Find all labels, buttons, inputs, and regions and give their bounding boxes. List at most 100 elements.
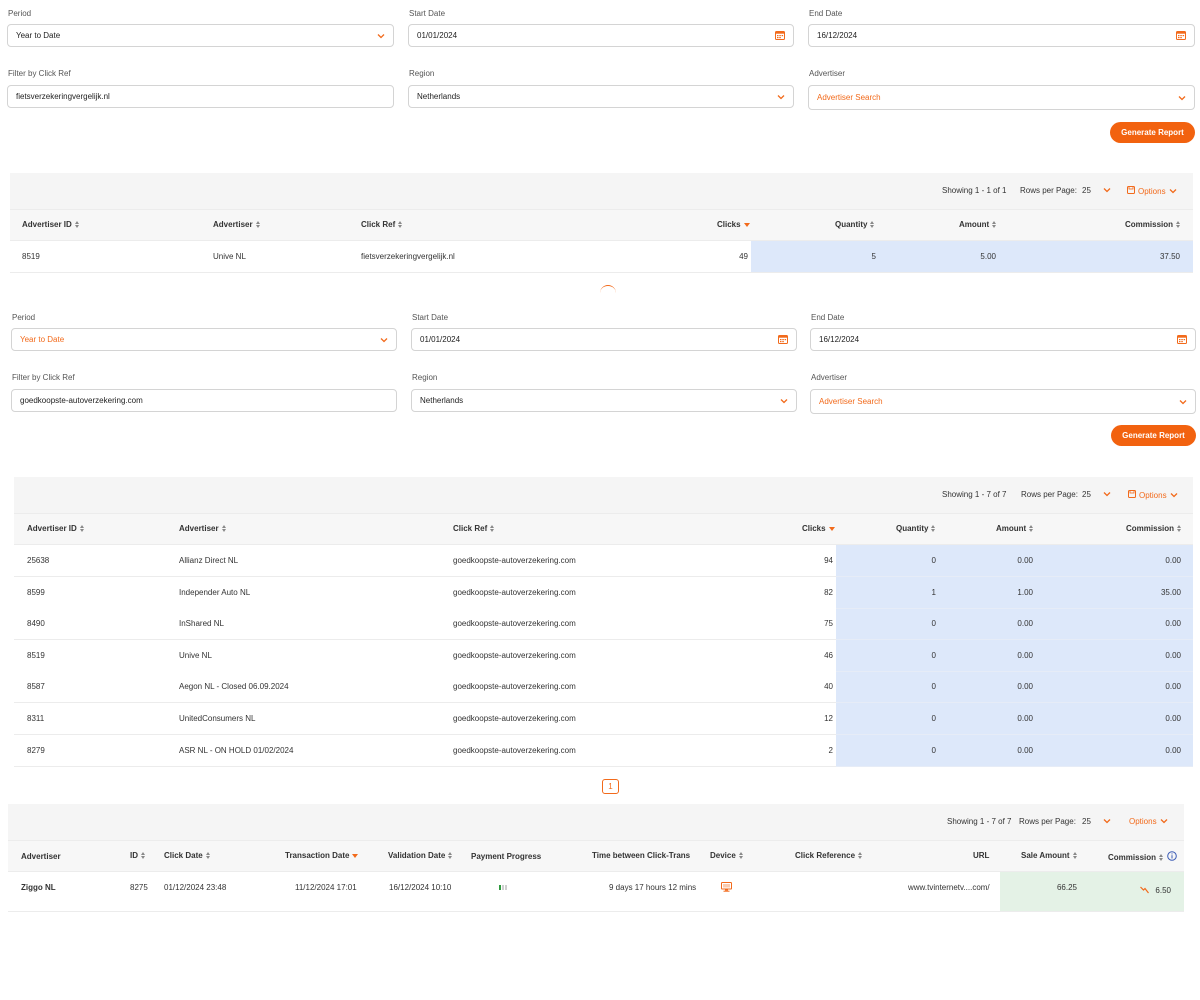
region-label: Region (412, 373, 438, 382)
cell-click-ref: goedkoopste-autoverzekering.com (453, 619, 576, 628)
cell-transaction-date: 11/12/2024 17:01 (295, 883, 357, 892)
cell-click-ref: goedkoopste-autoverzekering.com (453, 746, 576, 755)
chevron-down-icon (1103, 490, 1111, 499)
payment-progress-bar (499, 885, 507, 890)
table-row (14, 703, 836, 735)
cell-commission: 0.00 (1165, 556, 1181, 565)
table-toolbar (14, 477, 1193, 513)
col-commission[interactable]: Commission (1108, 851, 1177, 863)
start-date-value: 01/01/2024 (420, 335, 461, 344)
cell-time-between: 9 days 17 hours 12 mins (609, 883, 697, 892)
col-click-ref[interactable]: Click Ref (361, 220, 403, 229)
cell-advertiser-id: 8279 (27, 746, 45, 755)
cell-url[interactable]: www.tvinternetv....com/ (908, 883, 990, 892)
rows-per-page-select[interactable]: 25 (1082, 817, 1111, 826)
end-date-input[interactable]: 16/12/2024 (808, 24, 1195, 47)
click-ref-input[interactable]: goedkoopste-autoverzekering.com (11, 389, 397, 412)
table-toolbar (10, 173, 1193, 209)
cell-advertiser: UnitedConsumers NL (179, 714, 256, 723)
col-url: URL (973, 851, 990, 860)
region-select[interactable]: Netherlands (411, 389, 797, 412)
rows-per-page-value: 25 (1082, 490, 1091, 499)
cell-amount: 0.00 (1017, 556, 1033, 565)
col-click-date[interactable]: Click Date (164, 851, 211, 860)
cell-commission: 35.00 (1160, 588, 1181, 597)
rows-per-page-label: Rows per Page: (1019, 817, 1076, 826)
period-select[interactable]: Year to Date (11, 328, 397, 351)
rows-per-page-select[interactable]: 25 (1082, 490, 1111, 499)
options-label: Options (1138, 186, 1166, 196)
advertiser-search-select[interactable]: Advertiser Search (808, 85, 1195, 110)
col-payment-progress: Payment Progress (471, 852, 542, 861)
end-date-input[interactable]: 16/12/2024 (810, 328, 1196, 351)
col-commission[interactable]: Commission (1125, 220, 1181, 229)
info-icon[interactable] (1167, 851, 1177, 863)
cell-sale-amount: 66.25 (1056, 883, 1077, 892)
cell-amount: 0.00 (1017, 619, 1033, 628)
cell-commission: 0.00 (1165, 619, 1181, 628)
options-button[interactable]: Options (1129, 817, 1168, 826)
end-date-value: 16/12/2024 (817, 31, 858, 40)
cell-amount: 0.00 (1017, 714, 1033, 723)
col-quantity[interactable]: Quantity (835, 220, 875, 229)
cell-quantity: 0 (931, 619, 936, 628)
col-quantity[interactable]: Quantity (896, 524, 936, 533)
table-row (14, 577, 836, 609)
col-amount[interactable]: Amount (996, 524, 1034, 533)
calendar-icon[interactable] (775, 30, 785, 42)
col-sale-amount[interactable]: Sale Amount (1021, 851, 1078, 860)
col-advertiser[interactable]: Advertiser (179, 524, 227, 533)
col-id[interactable]: ID (130, 851, 146, 860)
start-date-input[interactable]: 01/01/2024 (411, 328, 797, 351)
chevron-down-icon (779, 396, 788, 405)
rows-per-page-select[interactable]: 25 (1082, 186, 1111, 195)
cell-quantity: 1 (931, 588, 936, 597)
period-select[interactable]: Year to Date (7, 24, 394, 47)
table-row (14, 735, 836, 767)
cell-click-ref: goedkoopste-autoverzekering.com (453, 556, 576, 565)
col-clicks[interactable]: Clicks (802, 524, 835, 533)
col-advertiser-id[interactable]: Advertiser ID (27, 524, 85, 533)
col-advertiser[interactable]: Advertiser (213, 220, 261, 229)
cell-advertiser: Aegon NL - Closed 06.09.2024 (179, 682, 289, 691)
cell-advertiser-id: 8519 (27, 651, 45, 660)
col-advertiser-id[interactable]: Advertiser ID (22, 220, 80, 229)
chevron-down-icon (1160, 817, 1168, 826)
advertiser-search-select[interactable]: Advertiser Search (810, 389, 1196, 414)
rows-per-page-label: Rows per Page: (1021, 490, 1078, 499)
row-divider (836, 608, 1193, 609)
col-click-reference[interactable]: Click Reference (795, 851, 863, 860)
start-date-input[interactable]: 01/01/2024 (408, 24, 794, 47)
calendar-icon[interactable] (778, 334, 788, 346)
cell-quantity: 0 (931, 651, 936, 660)
cell-advertiser: Independer Auto NL (179, 588, 251, 597)
generate-report-button[interactable]: Generate Report (1111, 425, 1196, 446)
period-value: Year to Date (16, 31, 61, 40)
period-label: Period (12, 313, 36, 322)
col-device[interactable]: Device (710, 851, 744, 860)
cell-clicks: 94 (824, 556, 833, 565)
click-ref-label: Filter by Click Ref (12, 373, 75, 382)
region-value: Netherlands (417, 92, 461, 101)
col-transaction-date[interactable]: Transaction Date (285, 851, 359, 860)
options-button[interactable]: Options (1128, 490, 1178, 500)
region-select[interactable]: Netherlands (408, 85, 794, 108)
page-button-1[interactable]: 1 (602, 779, 619, 794)
table-row (14, 671, 836, 703)
cell-amount: 5.00 (980, 252, 996, 261)
options-button[interactable]: Options (1127, 186, 1177, 196)
col-click-ref[interactable]: Click Ref (453, 524, 495, 533)
calendar-icon[interactable] (1176, 30, 1186, 42)
generate-report-button[interactable]: Generate Report (1110, 122, 1195, 143)
rows-per-page-value: 25 (1082, 817, 1091, 826)
click-ref-input[interactable]: fietsverzekeringvergelijk.nl (7, 85, 394, 108)
advertiser-label: Advertiser (811, 373, 848, 382)
cell-advertiser-id: 8587 (27, 682, 45, 691)
col-commission[interactable]: Commission (1126, 524, 1182, 533)
calendar-icon[interactable] (1177, 334, 1187, 346)
col-clicks[interactable]: Clicks (717, 220, 750, 229)
col-advertiser[interactable]: Advertiser (21, 852, 61, 861)
cell-advertiser: Ziggo NL (21, 883, 56, 892)
col-validation-date[interactable]: Validation Date (388, 851, 453, 860)
col-amount[interactable]: Amount (959, 220, 997, 229)
